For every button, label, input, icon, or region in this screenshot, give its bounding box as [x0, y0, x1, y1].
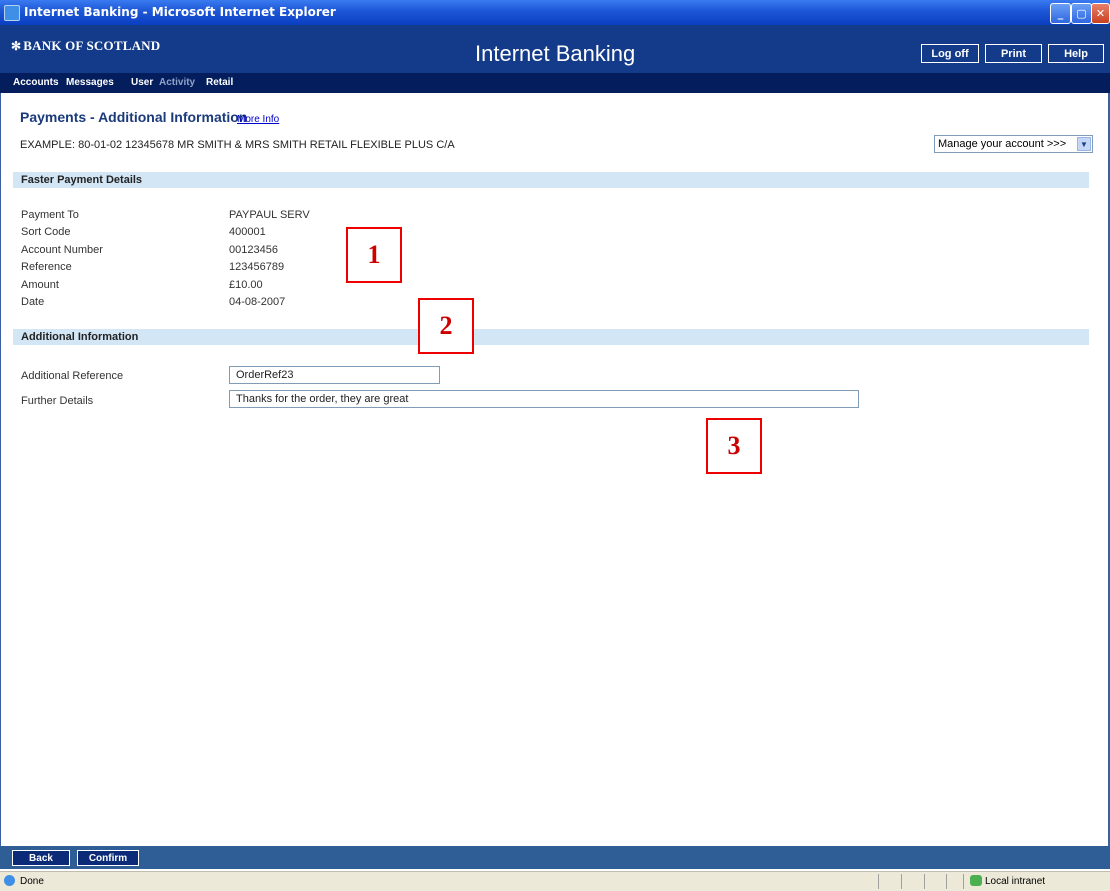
main-menu: Accounts Messages User Activity Retail — [0, 73, 1110, 93]
log-off-button[interactable]: Log off — [921, 44, 979, 63]
close-button[interactable]: ✕ — [1091, 3, 1110, 24]
annotation-1: 1 — [346, 227, 402, 283]
more-info-link[interactable]: More Info — [237, 114, 279, 125]
print-button[interactable]: Print — [985, 44, 1042, 63]
status-divider — [946, 874, 947, 889]
payment-details-header: Faster Payment Details — [13, 172, 1089, 188]
amount-label: Amount — [21, 279, 59, 291]
footer-action-bar: Back Confirm — [0, 846, 1110, 869]
page-done-icon — [4, 875, 15, 886]
status-divider — [924, 874, 925, 889]
minimize-button[interactable]: _ — [1050, 3, 1071, 24]
account-line: EXAMPLE: 80-01-02 12345678 MR SMITH & MR… — [20, 139, 455, 151]
additional-info-header: Additional Information — [13, 329, 1089, 345]
status-divider — [963, 874, 964, 889]
further-details-input[interactable]: Thanks for the order, they are great — [229, 390, 859, 408]
additional-reference-input[interactable]: OrderRef23 — [229, 366, 440, 384]
payment-details-title: Faster Payment Details — [21, 174, 143, 186]
confirm-button[interactable]: Confirm — [77, 850, 139, 866]
bank-logo: ✻ BANK OF SCOTLAND — [11, 38, 160, 54]
logo-text: BANK OF SCOTLAND — [23, 38, 161, 53]
back-button[interactable]: Back — [12, 850, 70, 866]
page-title: Payments - Additional Information — [20, 109, 248, 125]
account-number-value: 00123456 — [229, 244, 278, 256]
browser-status-bar: Done Local intranet — [0, 871, 1110, 891]
status-text: Done — [20, 876, 44, 887]
status-divider — [901, 874, 902, 889]
annotation-2: 2 — [418, 298, 474, 354]
annotation-3: 3 — [706, 418, 762, 474]
further-details-label: Further Details — [21, 395, 94, 407]
payment-to-label: Payment To — [21, 209, 79, 221]
menu-messages[interactable]: Messages — [66, 77, 114, 88]
help-button[interactable]: Help — [1048, 44, 1104, 63]
menu-retail[interactable]: Retail — [206, 77, 233, 88]
account-number-label: Account Number — [21, 244, 103, 256]
menu-activity[interactable]: Activity — [159, 77, 195, 88]
status-divider — [878, 874, 879, 889]
manage-account-value: Manage your account >>> — [938, 138, 1067, 150]
additional-info-title: Additional Information — [21, 331, 139, 343]
security-zone: Local intranet — [985, 876, 1046, 887]
brand-title: Internet Banking — [475, 41, 636, 66]
additional-reference-text: OrderRef23 — [236, 369, 294, 381]
internet-explorer-icon — [4, 5, 20, 21]
additional-reference-label: Additional Reference — [21, 370, 124, 382]
date-value: 04-08-2007 — [229, 296, 286, 308]
further-details-text: Thanks for the order, they are great — [236, 393, 409, 405]
window-title: Internet Banking - Microsoft Internet Ex… — [24, 5, 336, 19]
menu-accounts[interactable]: Accounts — [13, 77, 59, 88]
sort-code-value: 400001 — [229, 226, 266, 238]
sort-code-label: Sort Code — [21, 226, 71, 238]
reference-value: 123456789 — [229, 261, 285, 273]
local-intranet-icon — [970, 875, 982, 886]
left-border — [0, 93, 1, 846]
menu-user[interactable]: User — [131, 77, 153, 88]
amount-value: £10.00 — [229, 279, 263, 291]
chevron-down-icon[interactable]: ▼ — [1077, 137, 1091, 151]
maximize-button[interactable]: ▢ — [1071, 3, 1092, 24]
thistle-icon: ✻ — [11, 39, 22, 53]
reference-label: Reference — [21, 261, 72, 273]
manage-account-select[interactable]: Manage your account >>> ▼ — [934, 135, 1093, 153]
payment-to-value: PAYPAUL SERV — [229, 209, 310, 221]
window-titlebar: Internet Banking - Microsoft Internet Ex… — [0, 0, 1110, 25]
date-label: Date — [21, 296, 45, 308]
